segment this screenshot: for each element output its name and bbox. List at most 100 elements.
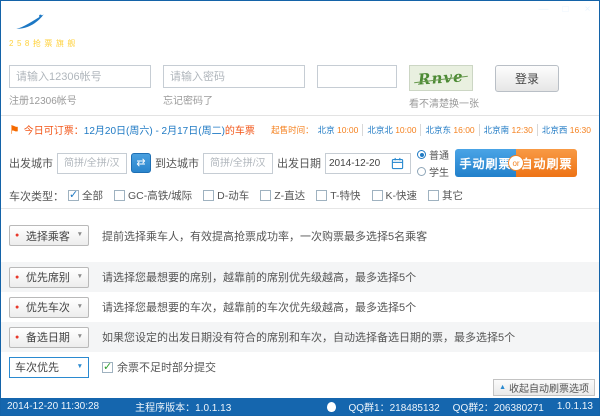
submit-mode-select[interactable]: 车次优先 ▼ [9,357,89,378]
caret-down-icon: ▼ [77,274,83,281]
caret-down-icon: ▼ [77,364,83,371]
nav-item-my-orders[interactable]: 我的订单 [200,12,240,46]
nav-item-ticket-home[interactable]: 抢票首页 [136,12,176,46]
chevron-up-icon: ▲ [499,384,506,391]
train-type-option-gc[interactable]: GC-高铁/城际 [114,188,192,203]
nav-item-feedback[interactable]: 客户反馈 [400,12,440,46]
section-desc: 提前选择乘车人，有效提高抢票成功率，一次购票最多选择5名乘客 [102,228,427,244]
backup-dates-button[interactable]: ● 备选日期 ▼ [9,327,89,348]
to-city-label: 到达城市 [155,155,199,171]
collapse-label: 收起自动刷票选项 [509,380,589,395]
nav-label: 我的订单 [200,31,240,46]
captcha-text: Rnve [418,67,465,88]
select-passengers-button[interactable]: ● 选择乘客 ▼ [9,225,89,246]
red-dot-icon: ● [15,274,19,281]
from-city-input[interactable] [57,153,127,174]
checkbox-icon [203,190,214,201]
section-desc: 请选择您最想要的席别，越靠前的席别优先级越高，最多选择5个 [102,269,416,285]
nav-label: 客户反馈 [400,31,440,46]
checkbox-icon [372,190,383,201]
red-dot-icon: ● [15,304,19,311]
register-link[interactable]: 注册12306帐号 [9,92,151,107]
captcha-input[interactable] [317,65,397,88]
swap-cities-button[interactable]: ⇄ [131,153,151,173]
auto-refresh-button[interactable]: 自动刷票 [516,149,577,177]
sale-times-label: 起售时间： [271,124,314,136]
calendar-icon[interactable] [391,157,404,170]
checkbox-icon [428,190,439,201]
password-input[interactable] [163,65,305,88]
train-type-option-z[interactable]: Z-直达 [260,188,305,203]
status-bar: 2014-12-20 11:30:28 主程序版本：1.0.1.13 QQ群1：… [1,398,599,415]
close-button[interactable]: × [581,4,594,16]
section-submit-mode: 车次优先 ▼ 余票不足时部分提交 [1,352,599,382]
checkbox-icon [316,190,327,201]
radio-label: 学生 [429,164,449,179]
section-seat-priority: ● 优先席别 ▼ 请选择您最想要的席别，越靠前的席别优先级越高，最多选择5个 [1,262,599,292]
status-right: QQ群1：218485132 QQ群2：206380271 1.0.1.13 [327,399,594,414]
partial-submit-option[interactable]: 余票不足时部分提交 [102,359,216,375]
nav-label: 售票时间 [336,31,376,46]
login-bar: 注册12306帐号 忘记密码了 Rnve 看不清楚换一张 登录 [1,56,599,116]
station-sale-time: 北京北 10:00 [363,124,421,136]
title-bar: 抢票王 258抢票旗舰 抢票首页 我的订单 12306网站 [1,1,599,56]
sale-times: 起售时间： 北京 10:00 北京北 10:00 北京东 16:00 北京南 1… [271,124,591,136]
radio-label: 普通 [429,147,449,162]
train-priority-button[interactable]: ● 优先车次 ▼ [9,297,89,318]
red-dot-icon: ● [15,232,19,239]
search-bar: 出发城市 ⇄ 到达城市 出发日期 普通 学生 手动刷票 自动刷票 or [1,143,599,183]
account-input[interactable] [9,65,151,88]
station-sale-time: 北京 10:00 [314,124,364,136]
caret-down-icon: ▼ [77,334,83,341]
or-badge: or [508,155,524,171]
login-button[interactable]: 登录 [495,65,559,92]
red-dot-icon: ● [15,334,19,341]
section-passengers: ● 选择乘客 ▼ 提前选择乘车人，有效提高抢票成功率，一次购票最多选择5名乘客 [1,209,599,262]
ticket-type-student[interactable]: 学生 [417,164,449,179]
notice-bar: ⚑ 今日可订票： 12月20日(周六) - 2月17日(周二) 的车票 起售时间… [1,116,599,143]
station-sale-time: 北京西 16:30 [538,124,591,136]
checkbox-icon [114,190,125,201]
nav-label: 12306网站 [264,31,312,46]
minimize-button[interactable]: — [537,4,550,16]
nav-item-sale-time[interactable]: 售票时间 [336,12,376,46]
manual-refresh-button[interactable]: 手动刷票 [455,149,516,177]
collapse-options-button[interactable]: ▲ 收起自动刷票选项 [493,379,595,396]
app-subtitle: 258抢票旗舰 [9,38,114,49]
train-type-option-d[interactable]: D-动车 [203,188,249,203]
maximize-button[interactable]: □ [559,4,572,16]
ticket-type-group: 普通 学生 [417,147,449,179]
captcha-refresh-link[interactable]: 看不清楚换一张 [409,95,479,110]
to-city-input[interactable] [203,153,273,174]
date-field [325,153,411,174]
seat-priority-button[interactable]: ● 优先席别 ▼ [9,267,89,288]
station-sale-time: 北京南 12:30 [480,124,538,136]
checkbox-icon [68,190,79,201]
section-train-priority: ● 优先车次 ▼ 请选择您最想要的车次，越靠前的车次优先级越高，最多选择5个 [1,292,599,322]
status-build: 1.0.1.13 [557,401,593,412]
ticket-type-normal[interactable]: 普通 [417,147,449,162]
train-type-option-k[interactable]: K-快速 [372,188,418,203]
train-icon [148,12,165,29]
qq-icon [327,402,336,412]
train-type-option-other[interactable]: 其它 [428,188,463,203]
train-type-option-t[interactable]: T-特快 [316,188,360,203]
date-input[interactable] [329,158,389,169]
train-type-label: 车次类型： [9,188,64,204]
swap-icon: ⇄ [136,157,145,169]
radio-icon [417,150,426,159]
app-logo: 抢票王 258抢票旗舰 [9,9,114,49]
nav-item-12306-website[interactable]: 12306网站 [264,12,312,46]
train-type-option-all[interactable]: 全部 [68,188,103,203]
qq-group-1: QQ群1：218485132 [349,399,440,414]
feedback-icon [411,12,428,29]
globe-icon [279,12,296,29]
window-controls: — □ × [537,4,594,16]
refresh-buttons: 手动刷票 自动刷票 or [455,149,577,177]
forgot-password-link[interactable]: 忘记密码了 [163,92,305,107]
captcha-image[interactable]: Rnve [409,65,473,91]
status-version: 主程序版本：1.0.1.13 [135,399,231,414]
station-sale-time: 北京东 16:00 [421,124,479,136]
booking-prefix: 今日可订票： [24,122,84,137]
caret-down-icon: ▼ [77,232,83,239]
